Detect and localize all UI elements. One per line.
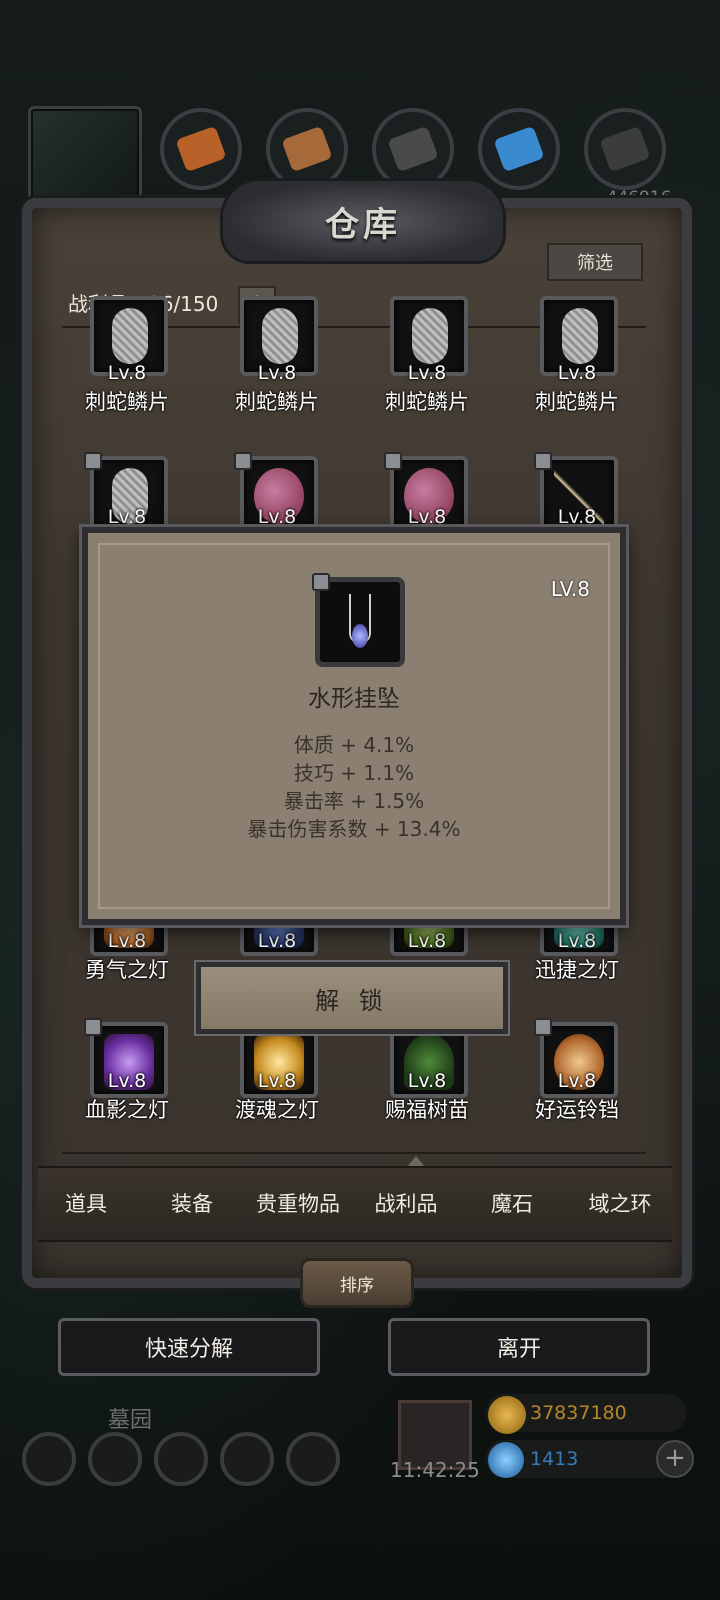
character-icon[interactable] — [154, 1432, 208, 1486]
item-name: 勇气之灯 — [85, 958, 169, 982]
item-name: 刺蛇鳞片 — [385, 390, 469, 414]
item-level: Lv.8 — [407, 930, 447, 952]
skill-icon[interactable] — [88, 1432, 142, 1486]
guild-icon[interactable] — [286, 1432, 340, 1486]
warehouse-title-plate: 仓库 — [220, 178, 506, 264]
item-name: 迅捷之灯 — [535, 958, 619, 982]
item-level: Lv.8 — [107, 362, 147, 384]
item-level: Lv.8 — [107, 506, 147, 528]
unlock-button[interactable]: 解 锁 — [196, 962, 508, 1034]
item-level: Lv.8 — [557, 930, 597, 952]
divider — [62, 1152, 646, 1154]
quick-decompose-button[interactable]: 快速分解 — [58, 1318, 320, 1376]
grid-item[interactable]: Lv.8 刺蛇鳞片 — [52, 296, 202, 456]
grid-item[interactable]: Lv.8 刺蛇鳞片 — [202, 296, 352, 456]
lock-icon — [384, 452, 402, 470]
lock-icon — [84, 452, 102, 470]
category-tabs: 道具 装备 贵重物品 战利品 魔石 域之环 — [38, 1166, 672, 1242]
lock-icon — [84, 1018, 102, 1036]
item-name: 刺蛇鳞片 — [235, 390, 319, 414]
item-level: Lv.8 — [257, 1070, 297, 1092]
item-level: Lv.8 — [557, 1070, 597, 1092]
item-level: Lv.8 — [407, 506, 447, 528]
popup-stat: 暴击率 + 1.5% — [283, 789, 425, 813]
item-level: Lv.8 — [257, 930, 297, 952]
add-gems-button[interactable]: + — [656, 1440, 694, 1478]
grid-item[interactable]: Lv.8 刺蛇鳞片 — [502, 296, 652, 456]
lock-icon — [234, 452, 252, 470]
lock-icon — [534, 452, 552, 470]
gold-coin-icon — [488, 1396, 526, 1434]
stone-resource-icon[interactable] — [584, 108, 666, 190]
item-level: Lv.8 — [257, 506, 297, 528]
tab-items[interactable]: 道具 — [34, 1188, 138, 1218]
gem-icon — [488, 1442, 524, 1478]
item-name: 渡魂之灯 — [235, 1098, 319, 1122]
crystal-resource-icon[interactable] — [478, 108, 560, 190]
wood-resource-icon[interactable] — [160, 108, 242, 190]
scale-icon — [112, 308, 148, 364]
item-detail-popup: LV.8 水形挂坠 体质 + 4.1% 技巧 + 1.1% 暴击率 + 1.5%… — [82, 527, 626, 925]
sort-button[interactable]: 排序 — [300, 1258, 414, 1308]
popup-stat: 暴击伤害系数 + 13.4% — [247, 817, 461, 841]
location-label: 墓园 — [108, 1408, 153, 1433]
item-level: Lv.8 — [407, 1070, 447, 1092]
item-name: 好运铃铛 — [535, 1098, 619, 1122]
grid-item[interactable]: Lv.8 好运铃铛 — [502, 1018, 652, 1142]
item-level: Lv.8 — [557, 506, 597, 528]
gem-amount: 1413 — [530, 1448, 579, 1470]
item-level: Lv.8 — [107, 1070, 147, 1092]
item-level: Lv.8 — [407, 362, 447, 384]
grid-item[interactable]: Lv.8 赐福树苗 — [352, 1022, 502, 1142]
scale-icon — [262, 308, 298, 364]
settings-icon[interactable] — [22, 1432, 76, 1486]
popup-item-name: 水形挂坠 — [308, 686, 400, 712]
gold-amount: 37837180 — [530, 1402, 627, 1424]
pendant-gem-icon — [352, 624, 368, 648]
clock: 11:42:25 — [390, 1458, 480, 1482]
tab-magic-stones[interactable]: 魔石 — [460, 1188, 564, 1218]
tab-equipment[interactable]: 装备 — [140, 1188, 244, 1218]
filter-button[interactable]: 筛选 — [547, 243, 643, 281]
item-name: 刺蛇鳞片 — [85, 390, 169, 414]
item-name: 赐福树苗 — [385, 1098, 469, 1122]
tab-loot[interactable]: 战利品 — [354, 1188, 458, 1218]
warehouse-title: 仓库 — [325, 204, 401, 245]
popup-stat: 技巧 + 1.1% — [293, 761, 415, 785]
tab-valuables[interactable]: 贵重物品 — [246, 1188, 350, 1218]
scale-icon — [412, 308, 448, 364]
active-tab-indicator-icon — [408, 1156, 424, 1166]
item-level: Lv.8 — [557, 362, 597, 384]
grid-item[interactable]: Lv.8 刺蛇鳞片 — [352, 296, 502, 456]
item-name: 刺蛇鳞片 — [535, 390, 619, 414]
popup-stat: 体质 + 4.1% — [293, 733, 415, 757]
lock-icon — [312, 573, 330, 591]
item-level: Lv.8 — [257, 362, 297, 384]
tab-domain-rings[interactable]: 域之环 — [568, 1188, 672, 1218]
item-level: Lv.8 — [107, 930, 147, 952]
popup-level: LV.8 — [550, 577, 590, 601]
scale-icon — [562, 308, 598, 364]
leave-button[interactable]: 离开 — [388, 1318, 650, 1376]
item-name: 血影之灯 — [85, 1098, 169, 1122]
grid-item[interactable]: Lv.8 渡魂之灯 — [202, 1022, 352, 1142]
mail-icon[interactable] — [220, 1432, 274, 1486]
grid-item[interactable]: Lv.8 血影之灯 — [52, 1018, 202, 1142]
lock-icon — [534, 1018, 552, 1036]
